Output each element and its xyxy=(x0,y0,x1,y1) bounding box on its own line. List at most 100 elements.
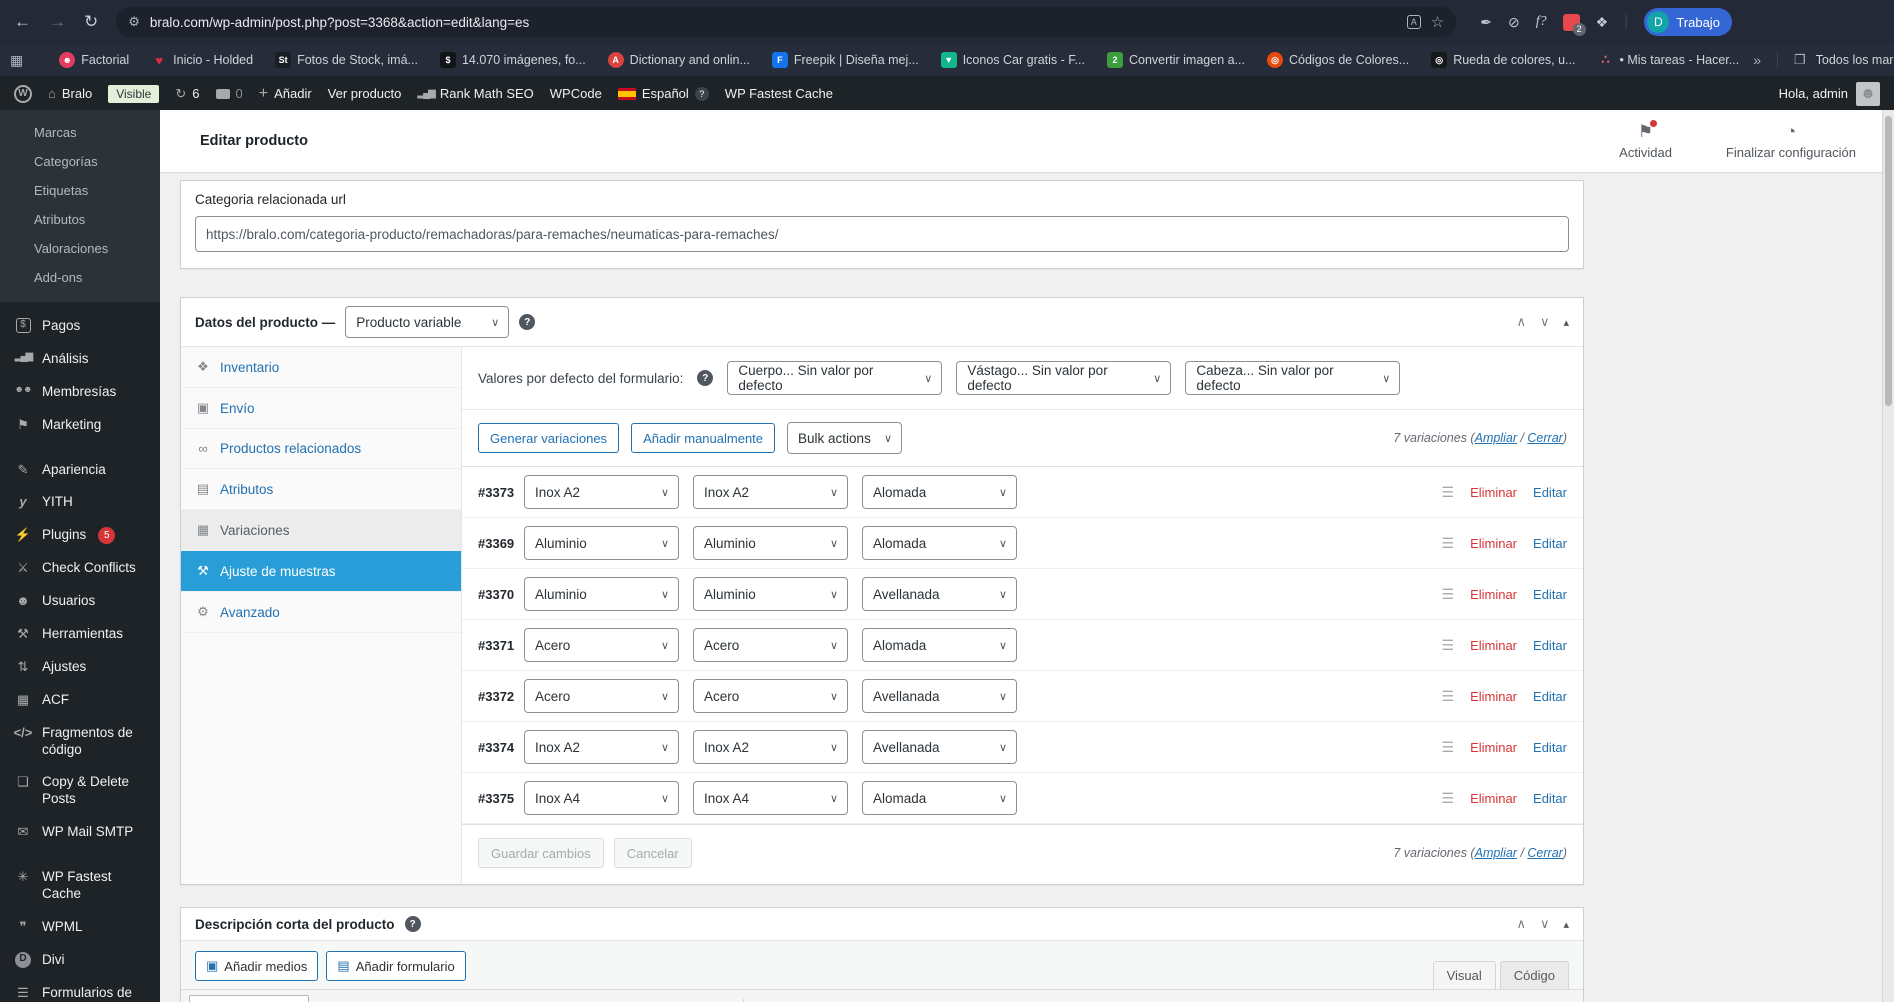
tab-inventario[interactable]: ❖ Inventario xyxy=(181,347,461,388)
tab-ajuste-de-muestras[interactable]: ⚒ Ajuste de muestras xyxy=(181,551,461,592)
blockquote-button[interactable]: ❝ xyxy=(447,996,477,1002)
edit-variation-link[interactable]: Editar xyxy=(1533,740,1567,755)
help-icon[interactable]: ? xyxy=(697,370,714,386)
numbered-list-button[interactable]: 1≡ xyxy=(415,996,445,1002)
bookmark-item[interactable]: ◎ Códigos de Colores... xyxy=(1259,48,1417,72)
add-form-button[interactable]: ▤ Añadir formulario xyxy=(326,951,466,981)
bookmark-item[interactable]: 2 Convertir imagen a... xyxy=(1099,48,1253,72)
sidebar-item-marketing[interactable]: ⚑ Marketing xyxy=(0,409,160,442)
puzzle-extensions-icon[interactable]: ❖ xyxy=(1596,14,1609,31)
edit-variation-link[interactable]: Editar xyxy=(1533,536,1567,551)
sidebar-item-herramientas[interactable]: ⚒ Herramientas xyxy=(0,618,160,651)
cache-menu[interactable]: WP Fastest Cache xyxy=(725,86,833,101)
cuerpo-select[interactable]: Inox A2 ∨ xyxy=(524,730,679,764)
move-up-icon[interactable]: ∧ xyxy=(1516,314,1526,330)
add-media-button[interactable]: ▣ Añadir medios xyxy=(195,951,319,981)
cuerpo-select[interactable]: Acero ∨ xyxy=(524,628,679,662)
cuerpo-select[interactable]: Aluminio ∨ xyxy=(524,577,679,611)
vastago-select[interactable]: Aluminio ∨ xyxy=(693,577,848,611)
view-product-link[interactable]: Ver producto xyxy=(328,86,402,101)
cuerpo-select[interactable]: Inox A4 ∨ xyxy=(524,781,679,815)
wpcode-menu[interactable]: WPCode xyxy=(550,86,602,101)
help-icon[interactable]: ? xyxy=(519,314,536,330)
align-center-button[interactable]: ≡ xyxy=(511,996,541,1002)
bulk-actions-select[interactable]: Bulk actions ∨ xyxy=(787,422,903,454)
wp-logo-menu[interactable]: W xyxy=(14,84,32,103)
vastago-select[interactable]: Inox A4 ∨ xyxy=(693,781,848,815)
delete-variation-link[interactable]: Eliminar xyxy=(1470,791,1517,806)
url-bar[interactable]: ⚙ bralo.com/wp-admin/post.php?post=3368&… xyxy=(116,7,1457,37)
cuerpo-select[interactable]: Aluminio ∨ xyxy=(524,526,679,560)
forward-icon[interactable]: → xyxy=(49,12,66,32)
sidebar-item-acf[interactable]: ▦ ACF xyxy=(0,684,160,717)
cabeza-select[interactable]: Avellanada ∨ xyxy=(862,679,1017,713)
vastago-select[interactable]: Inox A2 ∨ xyxy=(693,475,848,509)
sidebar-item-atributos[interactable]: Atributos xyxy=(0,205,160,234)
drag-handle-icon[interactable]: ☰ xyxy=(1442,688,1455,705)
edit-variation-link[interactable]: Editar xyxy=(1533,638,1567,653)
site-settings-icon[interactable]: ⚙ xyxy=(128,14,140,30)
sidebar-item-fragmentos[interactable]: </> Fragmentos de código xyxy=(0,717,160,767)
account-menu[interactable]: Hola, admin xyxy=(1779,86,1848,101)
tab-avanzado[interactable]: ⚙ Avanzado xyxy=(181,592,461,633)
scrollbar-thumb[interactable] xyxy=(1885,116,1892,406)
fullscreen-button[interactable]: ✥ xyxy=(639,996,669,1002)
vastago-select[interactable]: Acero ∨ xyxy=(693,628,848,662)
sidebar-item-plugins[interactable]: ⚡ Plugins 5 xyxy=(0,519,160,552)
avatar[interactable]: ☻ xyxy=(1856,81,1880,106)
vastago-select[interactable]: Aluminio ∨ xyxy=(693,526,848,560)
shortcode-grid-button[interactable] xyxy=(786,996,816,1002)
comments-menu[interactable]: 0 xyxy=(215,86,243,101)
sidebar-item-membresias[interactable]: ☻☻ Membresías xyxy=(0,376,160,409)
edit-variation-link[interactable]: Editar xyxy=(1533,587,1567,602)
tab-productos-relacionados[interactable]: ∞ Productos relacionados xyxy=(181,429,461,469)
italic-button[interactable]: I xyxy=(351,996,381,1002)
sidebar-item-apariencia[interactable]: ✎ Apariencia xyxy=(0,454,160,487)
bold-button[interactable]: B xyxy=(319,996,349,1002)
sidebar-item-pagos[interactable]: $ Pagos xyxy=(0,310,160,343)
bullet-list-button[interactable]: •≡ xyxy=(383,996,413,1002)
expand-link[interactable]: Ampliar xyxy=(1475,431,1517,445)
rank-math-menu[interactable]: ▂▄▆ Rank Math SEO xyxy=(417,86,533,101)
cuerpo-select[interactable]: Inox A2 ∨ xyxy=(524,475,679,509)
sidebar-item-marcas[interactable]: Marcas xyxy=(0,118,160,147)
close-link[interactable]: Cerrar xyxy=(1527,846,1562,860)
related-category-url-input[interactable] xyxy=(195,216,1569,252)
cancel-button[interactable]: Cancelar xyxy=(613,838,692,868)
font-extension-icon[interactable]: f? xyxy=(1536,14,1547,30)
delete-variation-link[interactable]: Eliminar xyxy=(1470,587,1517,602)
move-down-icon[interactable]: ∨ xyxy=(1540,314,1550,330)
clipboard-button[interactable]: ▤ xyxy=(850,996,880,1002)
translate-icon[interactable]: A xyxy=(1406,15,1421,29)
tab-visual[interactable]: Visual xyxy=(1432,961,1496,989)
sidebar-item-formularios[interactable]: ☰ Formularios de xyxy=(0,977,160,1002)
sidebar-item-yith[interactable]: y YITH xyxy=(0,486,160,519)
bookmark-item[interactable]: ◎ Rueda de colores, u... xyxy=(1423,48,1583,72)
sidebar-item-wp-fastest-cache[interactable]: ✳ WP Fastest Cache xyxy=(0,861,160,911)
default-cuerpo-select[interactable]: Cuerpo... Sin valor por defecto ∨ xyxy=(727,361,943,395)
default-vastago-select[interactable]: Vástago... Sin valor por defecto ∨ xyxy=(956,361,1172,395)
bookmark-item[interactable]: ♥ Inicio - Holded xyxy=(143,48,261,72)
bookmark-item[interactable]: F Freepik | Diseña mej... xyxy=(764,48,927,72)
forms-shortcode-button[interactable]: ☰ xyxy=(818,996,848,1002)
drag-handle-icon[interactable]: ☰ xyxy=(1442,739,1455,756)
cabeza-select[interactable]: Alomada ∨ xyxy=(862,526,1017,560)
new-content-menu[interactable]: + Añadir xyxy=(259,85,312,103)
edit-variation-link[interactable]: Editar xyxy=(1533,689,1567,704)
move-up-icon[interactable]: ∧ xyxy=(1516,916,1526,932)
sidebar-item-ajustes[interactable]: ⇅ Ajustes xyxy=(0,651,160,684)
bookmark-item[interactable]: A Dictionary and onlin... xyxy=(600,48,758,72)
sidebar-item-wp-mail-smtp[interactable]: ✉ WP Mail SMTP xyxy=(0,816,160,849)
sidebar-item-addons[interactable]: Add-ons xyxy=(0,263,160,292)
expand-link[interactable]: Ampliar xyxy=(1475,846,1517,860)
bookmark-item[interactable]: $14.070 imágenes, fo... xyxy=(432,48,594,72)
tab-envio[interactable]: ▣ Envío xyxy=(181,388,461,429)
delete-variation-link[interactable]: Eliminar xyxy=(1470,536,1517,551)
add-manually-button[interactable]: Añadir manualmente xyxy=(631,423,776,453)
import-export-button[interactable]: ⇅ xyxy=(754,996,784,1002)
product-type-select[interactable]: Producto variable ∨ xyxy=(345,306,510,338)
sidebar-item-etiquetas[interactable]: Etiquetas xyxy=(0,176,160,205)
drag-handle-icon[interactable]: ☰ xyxy=(1442,790,1455,807)
sidebar-item-analisis[interactable]: ▂▄▆ Análisis xyxy=(0,343,160,376)
author-button[interactable]: ☻ xyxy=(882,996,912,1002)
